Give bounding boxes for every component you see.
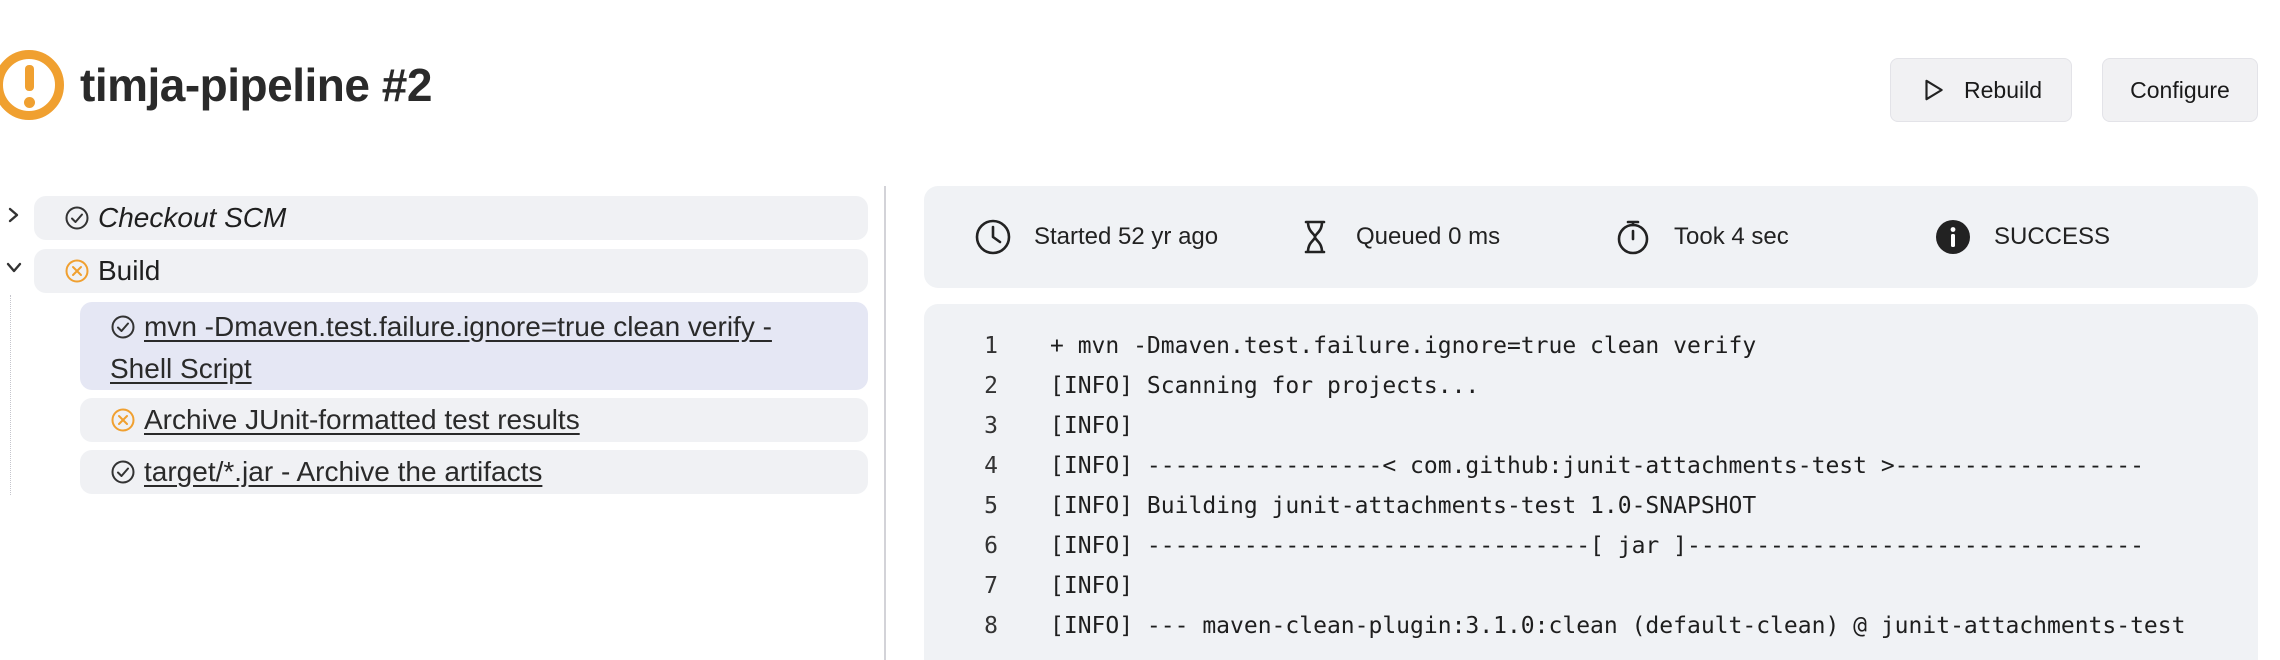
step-label-line-1: mvn -Dmaven.test.failure.ignore=true cle… [144,311,772,342]
log-line: 1 + mvn -Dmaven.test.failure.ignore=true … [924,326,1756,366]
log-line: 4 [INFO] -----------------< com.github:ju… [924,446,2144,486]
queued-text: Queued 0 ms [1356,223,1501,250]
log-text: [INFO] Scanning for projects... [1050,373,1480,399]
log-line: 6 [INFO] --------------------------------… [924,526,2144,566]
log-line: 3 [INFO] [924,406,1133,446]
chevron-down-icon[interactable] [4,258,24,278]
stage-build[interactable]: Build [34,249,868,293]
x-circle-icon [65,259,89,283]
step-archive-artifacts[interactable]: target/*.jar - Archive the artifacts [80,450,868,494]
stopwatch-icon [1617,220,1649,255]
configure-label: Configure [2130,76,2230,103]
log-text: [INFO] -----------------< com.github:jun… [1050,453,2144,479]
started-info: Started 52 yr ago [974,218,1218,256]
started-text: Started 52 yr ago [1034,223,1219,250]
duration-text: Took 4 sec [1674,223,1789,250]
step-label: Archive JUnit-formatted test results [144,404,580,435]
stage-label: Checkout SCM [98,202,287,233]
run-summary: Started 52 yr ago Queued 0 ms Took 4 sec… [924,186,2258,288]
log-line: 7 [INFO] [924,566,1133,606]
chevron-right-icon[interactable] [4,205,24,225]
play-icon [1925,79,1943,101]
log-text: + mvn -Dmaven.test.failure.ignore=true c… [1050,333,1757,359]
rebuild-label: Rebuild [1964,76,2042,103]
page-title: timja-pipeline #2 [80,59,432,111]
line-number[interactable]: 5 [924,493,998,519]
queued-info: Queued 0 ms [1296,218,1500,256]
log-text: [INFO] --- maven-clean-plugin:3.1.0:clea… [1050,613,2186,639]
stage-checkout-scm[interactable]: Checkout SCM [34,196,868,240]
check-circle-icon [111,460,135,484]
step-label: target/*.jar - Archive the artifacts [144,456,543,487]
rebuild-button[interactable]: Rebuild [1890,58,2072,122]
step-shell-script[interactable]: mvn -Dmaven.test.failure.ignore=true cle… [80,302,868,390]
log-text: [INFO] [1050,573,1134,599]
result-text: SUCCESS [1994,223,2111,250]
line-number[interactable]: 1 [924,333,998,359]
step-label-line-2: Shell Script [110,353,252,384]
check-circle-icon [65,206,89,230]
log-line: 2 [INFO] Scanning for projects... [924,366,1479,406]
line-number[interactable]: 3 [924,413,998,439]
line-number[interactable]: 4 [924,453,998,479]
console-output[interactable]: 1 + mvn -Dmaven.test.failure.ignore=true … [924,304,2258,660]
unstable-status-icon [0,50,64,120]
duration-info: Took 4 sec [1614,218,1789,256]
stage-label: Build [98,255,161,286]
log-text: [INFO] Building junit-attachments-test 1… [1050,493,1757,519]
hourglass-icon [1304,220,1326,254]
log-text: [INFO] --------------------------------[… [1050,533,2144,559]
line-number[interactable]: 7 [924,573,998,599]
line-number[interactable]: 8 [924,613,998,639]
line-number[interactable]: 6 [924,533,998,559]
x-circle-icon [111,408,135,432]
log-line: 5 [INFO] Building junit-attachments-test … [924,486,1756,526]
clock-icon [975,219,1011,255]
info-icon [1936,220,1970,254]
pane-divider[interactable] [884,186,886,660]
result-info: SUCCESS [1934,218,2110,256]
tree-connector [10,295,11,495]
line-number[interactable]: 2 [924,373,998,399]
log-text: [INFO] [1050,413,1134,439]
log-line: 8 [INFO] --- maven-clean-plugin:3.1.0:cle… [924,606,2185,646]
check-circle-icon [111,315,135,339]
configure-button[interactable]: Configure [2102,58,2258,122]
step-archive-junit[interactable]: Archive JUnit-formatted test results [80,398,868,442]
page-header: timja-pipeline #2 Rebuild Configure [0,0,2280,170]
